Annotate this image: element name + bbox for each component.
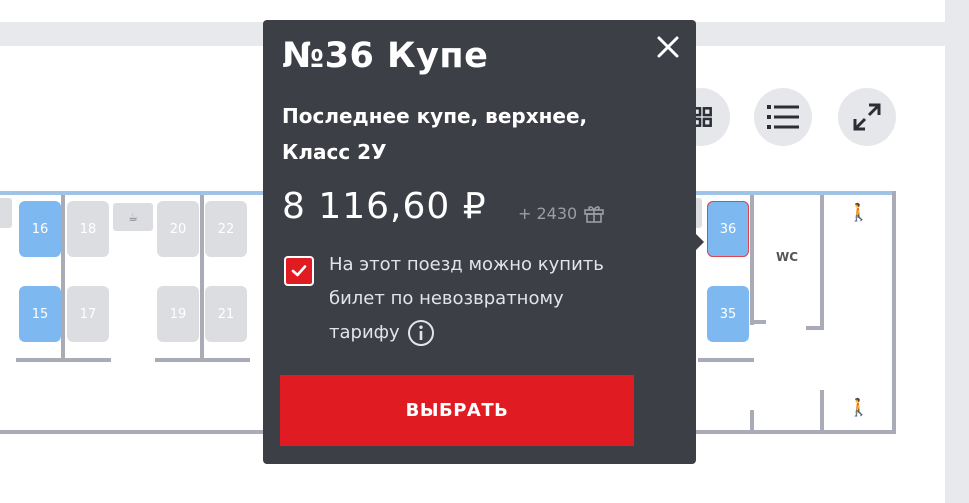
bonus-value: + 2430 — [518, 203, 578, 223]
wc-wall — [750, 195, 754, 325]
bonus-points: + 2430 — [518, 202, 605, 224]
seat-20[interactable]: 20 — [157, 201, 199, 257]
page-gutter — [945, 0, 969, 503]
list-view-button[interactable] — [754, 88, 812, 146]
seat-18[interactable]: 18 — [67, 201, 109, 257]
compartment-floor — [698, 358, 754, 362]
compartment-floor — [155, 358, 250, 362]
wc-label: WC — [776, 250, 799, 264]
popup-title: №36 Купе — [282, 36, 489, 76]
expand-button[interactable] — [838, 88, 896, 146]
seat-22[interactable]: 22 — [205, 201, 247, 257]
close-icon[interactable] — [653, 32, 683, 62]
expand-icon — [853, 103, 881, 131]
checkmark-icon — [291, 265, 307, 277]
seat-popup: №36 Купе Последнее купе, верхнее, Класс … — [263, 20, 704, 464]
wc-wall — [750, 320, 766, 324]
seat-price: 8 116,60 ₽ — [282, 186, 487, 227]
exit-icon: 🚶 — [848, 398, 870, 418]
compartment-wall — [61, 195, 65, 360]
seat-36[interactable]: 36 — [707, 201, 749, 257]
seat-description: Последнее купе, верхнее, Класс 2У — [282, 104, 588, 164]
wc-wall — [806, 326, 824, 330]
nonrefundable-checkbox[interactable] — [284, 256, 314, 286]
gift-icon — [584, 206, 605, 223]
seat[interactable]: 2 — [0, 198, 12, 228]
seat-19[interactable]: 19 — [157, 286, 199, 342]
table-icon: ☕ — [113, 203, 153, 231]
seat-16[interactable]: 16 — [19, 201, 61, 257]
exit-icon: 🚶 — [848, 203, 870, 223]
seat-21[interactable]: 21 — [205, 286, 247, 342]
seat-17[interactable]: 17 — [67, 286, 109, 342]
compartment-wall — [200, 195, 204, 360]
nonrefundable-note: На этот поезд можно купить билет по нево… — [329, 248, 639, 350]
seat-35[interactable]: 35 — [707, 286, 749, 342]
compartment-floor — [16, 358, 111, 362]
nonrefundable-text: На этот поезд можно купить билет по нево… — [329, 254, 604, 343]
seat-15[interactable]: 15 — [19, 286, 61, 342]
select-seat-button[interactable]: ВЫБРАТЬ — [280, 375, 634, 446]
popup-pointer — [696, 234, 704, 250]
wc-wall — [820, 195, 824, 330]
vestibule-wall — [750, 410, 754, 432]
car-end-wall — [892, 191, 896, 434]
vestibule-wall — [820, 390, 824, 432]
list-view-icon — [767, 105, 799, 129]
info-icon[interactable] — [406, 318, 436, 348]
